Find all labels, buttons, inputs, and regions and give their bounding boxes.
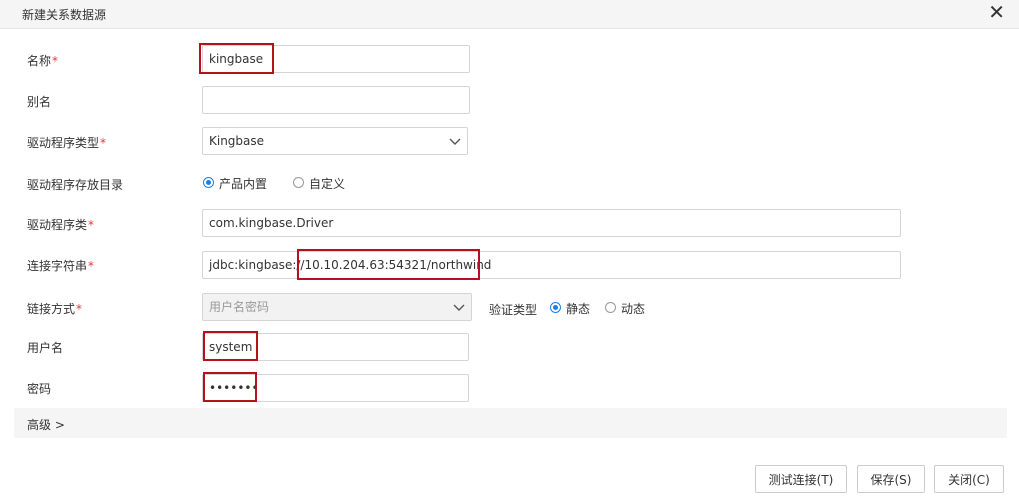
driver-class-label: 驱动程序类* bbox=[27, 216, 94, 233]
driver-type-label-text: 驱动程序类型 bbox=[27, 136, 100, 150]
username-label: 用户名 bbox=[27, 341, 64, 355]
alias-label: 别名 bbox=[27, 95, 52, 109]
test-connection-button[interactable]: 测试连接(T) bbox=[755, 465, 847, 493]
link-mode-select: 用户名密码 bbox=[202, 293, 472, 321]
radio-checked-icon bbox=[550, 302, 561, 313]
name-label-text: 名称 bbox=[27, 54, 52, 68]
radio-label: 产品内置 bbox=[219, 177, 268, 191]
required-mark: * bbox=[76, 302, 83, 316]
link-mode-value: 用户名密码 bbox=[209, 300, 270, 314]
name-label: 名称* bbox=[27, 52, 58, 69]
radio-checked-icon bbox=[203, 177, 214, 188]
alias-input[interactable] bbox=[202, 86, 470, 114]
chevron-down-icon bbox=[453, 304, 465, 311]
link-mode-label-text: 链接方式 bbox=[27, 302, 76, 316]
new-datasource-dialog: 新建关系数据源 ✕ 名称* kingbase 别名 驱动程序类型* Kingba… bbox=[0, 0, 1019, 498]
driver-class-label-text: 驱动程序类 bbox=[27, 218, 88, 232]
radio-label: 自定义 bbox=[309, 177, 346, 191]
required-mark: * bbox=[52, 54, 59, 68]
driver-type-label: 驱动程序类型* bbox=[27, 134, 106, 151]
required-mark: * bbox=[88, 259, 95, 273]
close-icon[interactable]: ✕ bbox=[988, 2, 1005, 22]
auth-type-label: 验证类型 bbox=[489, 303, 538, 317]
radio-label: 动态 bbox=[621, 302, 646, 316]
driver-dir-label: 驱动程序存放目录 bbox=[27, 178, 124, 192]
save-button[interactable]: 保存(S) bbox=[857, 465, 925, 493]
password-label: 密码 bbox=[27, 382, 52, 396]
advanced-toggle[interactable]: 高级 > bbox=[27, 416, 65, 433]
username-input[interactable]: system bbox=[202, 333, 469, 361]
name-input[interactable]: kingbase bbox=[202, 45, 470, 73]
conn-string-input[interactable]: jdbc:kingbase://10.10.204.63:54321/north… bbox=[202, 251, 901, 279]
radio-unchecked-icon bbox=[293, 177, 304, 188]
chevron-down-icon bbox=[449, 138, 461, 145]
link-mode-label: 链接方式* bbox=[27, 300, 82, 317]
advanced-section[interactable]: 高级 > bbox=[14, 408, 1007, 438]
driver-type-select[interactable]: Kingbase bbox=[202, 127, 468, 155]
required-mark: * bbox=[100, 136, 107, 150]
required-mark: * bbox=[88, 218, 95, 232]
close-button[interactable]: 关闭(C) bbox=[934, 465, 1004, 493]
conn-string-label-text: 连接字符串 bbox=[27, 259, 88, 273]
conn-string-label: 连接字符串* bbox=[27, 257, 94, 274]
dialog-title: 新建关系数据源 bbox=[22, 8, 107, 22]
radio-label: 静态 bbox=[566, 302, 591, 316]
password-input[interactable]: ••••••• bbox=[202, 374, 469, 402]
driver-type-value: Kingbase bbox=[209, 134, 265, 148]
radio-unchecked-icon bbox=[605, 302, 616, 313]
driver-class-input[interactable]: com.kingbase.Driver bbox=[202, 209, 901, 237]
dialog-titlebar: 新建关系数据源 ✕ bbox=[0, 0, 1019, 29]
